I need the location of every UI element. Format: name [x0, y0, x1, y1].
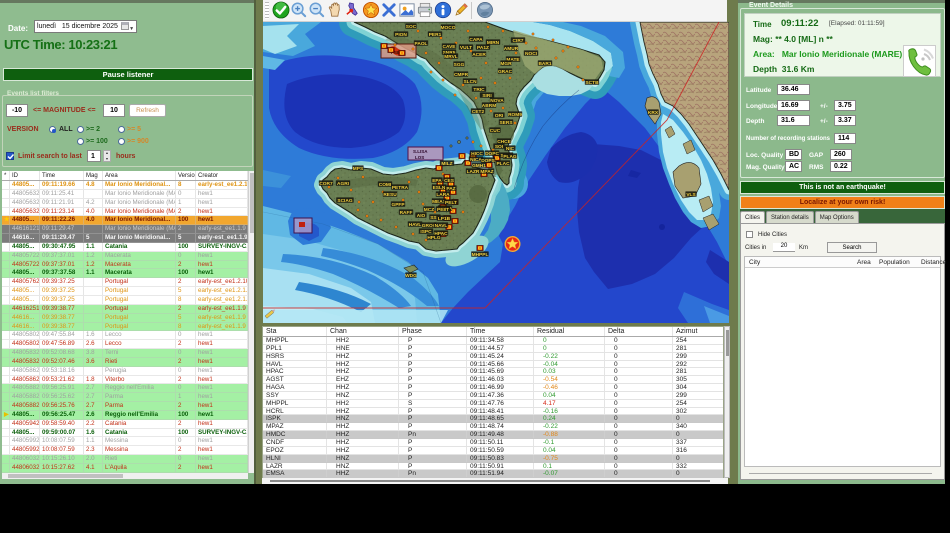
svg-text:RESU: RESU — [383, 192, 397, 198]
svg-text:EPA: EPA — [432, 178, 442, 184]
svg-text:GMH1: GMH1 — [472, 163, 486, 169]
svg-text:SLCN: SLCN — [463, 79, 477, 85]
svg-text:GRAC: GRAC — [498, 69, 513, 75]
svg-text:PETRA: PETRA — [392, 185, 409, 191]
svg-text:COR7: COR7 — [319, 181, 333, 187]
svg-text:NOCI: NOCI — [525, 51, 538, 57]
svg-text:MILZ: MILZ — [441, 161, 452, 167]
svg-text:PE8T: PE8T — [437, 207, 449, 213]
svg-text:MRVL: MRVL — [444, 54, 458, 60]
svg-text:PAOL: PAOL — [415, 41, 428, 47]
svg-text:HAVL: HAVL — [409, 222, 422, 228]
svg-text:PER1: PER1 — [429, 32, 442, 38]
svg-text:CAVE: CAVE — [443, 44, 457, 50]
svg-text:PA1Z: PA1Z — [477, 45, 489, 51]
svg-text:WDG: WDG — [405, 273, 417, 279]
svg-text:AIO: AIO — [417, 213, 426, 219]
svg-text:HPAC: HPAC — [434, 231, 448, 237]
svg-text:LP1B: LP1B — [438, 216, 451, 222]
svg-text:SOC: SOC — [406, 24, 417, 30]
svg-text:MOCO: MOCO — [441, 25, 456, 31]
svg-text:ACER: ACER — [472, 52, 486, 58]
svg-text:AGRI: AGRI — [337, 181, 350, 187]
svg-text:SCIAG: SCIAG — [337, 198, 352, 204]
svg-text:CMPR: CMPR — [454, 72, 469, 78]
svg-text:TRIC: TRIC — [473, 87, 485, 93]
svg-text:CIR7: CIR7 — [513, 38, 524, 44]
svg-text:SOI: SOI — [495, 144, 504, 150]
svg-text:LOS: LOS — [415, 155, 424, 160]
svg-text:PELT: PELT — [445, 200, 457, 206]
svg-text:PAZ: PAZ — [446, 186, 455, 192]
svg-text:MHPPL: MHPPL — [472, 252, 489, 258]
svg-text:VLS: VLS — [686, 192, 696, 198]
svg-text:COMI: COMI — [379, 182, 392, 188]
svg-text:CAPA: CAPA — [469, 37, 483, 43]
svg-text:ABRM: ABRM — [482, 103, 496, 109]
svg-text:BAR1: BAR1 — [538, 61, 551, 67]
svg-text:DOPC: DOPC — [485, 151, 499, 157]
svg-text:NIC: NIC — [506, 146, 515, 152]
svg-text:S.LISA: S.LISA — [413, 149, 428, 154]
svg-text:ISPC: ISPC — [420, 229, 432, 235]
svg-text:GPFP: GPFP — [391, 202, 405, 208]
svg-text:VULT: VULT — [460, 45, 472, 51]
svg-text:MPAZ: MPAZ — [480, 169, 493, 175]
svg-text:CES: CES — [444, 178, 455, 184]
svg-text:MGR: MGR — [500, 61, 512, 67]
svg-text:RAFF: RAFF — [400, 210, 413, 216]
svg-text:MPS: MPS — [353, 166, 364, 172]
svg-text:HICC: HICC — [471, 151, 483, 157]
svg-text:ESLN: ESLN — [433, 185, 446, 191]
svg-text:LAZR: LAZR — [467, 169, 480, 175]
svg-text:SERS: SERS — [499, 120, 513, 126]
svg-text:PLAG: PLAG — [503, 154, 517, 160]
svg-text:SCTB: SCTB — [585, 80, 599, 86]
svg-text:MCZ: MCZ — [424, 207, 434, 213]
svg-text:CET2: CET2 — [472, 109, 485, 115]
svg-text:SGG: SGG — [454, 62, 465, 68]
svg-text:NAVL: NAVL — [435, 223, 448, 229]
svg-text:KRX: KRX — [648, 110, 659, 116]
svg-text:AMUR: AMUR — [504, 46, 519, 52]
svg-text:LARA: LARA — [436, 192, 450, 198]
svg-text:ORI: ORI — [495, 113, 504, 119]
svg-text:PION: PION — [395, 32, 407, 38]
svg-text:CUC: CUC — [490, 128, 501, 134]
svg-text:ROM9: ROM9 — [508, 112, 522, 118]
svg-text:PLAC: PLAC — [496, 161, 510, 167]
